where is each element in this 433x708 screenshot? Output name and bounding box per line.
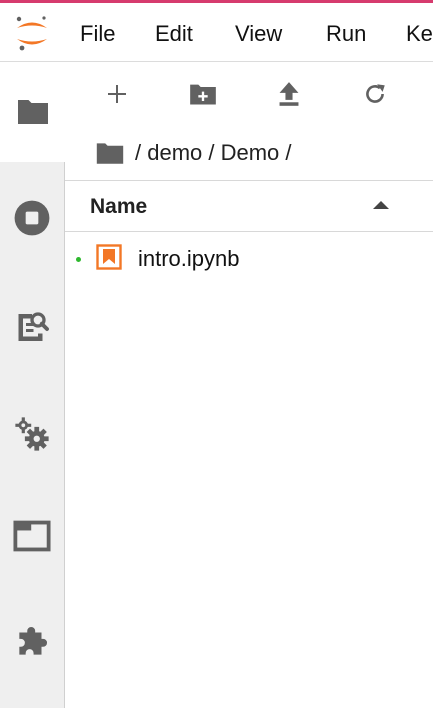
breadcrumb: / demo / Demo / <box>95 138 292 168</box>
sidebar-tab-property-inspector[interactable] <box>0 294 64 358</box>
menu-view[interactable]: View <box>235 21 282 47</box>
sidebar-tab-open-tabs[interactable] <box>0 504 64 568</box>
new-folder-icon <box>190 84 216 105</box>
gears-icon <box>15 417 49 451</box>
notebook-icon <box>96 244 122 270</box>
puzzle-piece-icon <box>19 626 48 655</box>
sidebar-tab-commands[interactable] <box>0 402 64 466</box>
sidebar-tab-running[interactable] <box>0 186 64 250</box>
new-folder-button[interactable] <box>183 76 223 112</box>
file-browser-panel: / demo / Demo / Name intro.ipynb <box>65 62 433 708</box>
refresh-icon <box>366 84 385 103</box>
tabs-icon <box>13 520 51 552</box>
refresh-button[interactable] <box>355 76 395 112</box>
file-name[interactable]: intro.ipynb <box>138 246 240 272</box>
home-folder-icon[interactable] <box>95 141 125 165</box>
sort-ascending-icon[interactable] <box>370 197 392 215</box>
running-indicator <box>76 257 81 262</box>
plus-icon <box>108 85 126 103</box>
breadcrumb-path[interactable]: / demo / Demo / <box>135 140 292 166</box>
menu-bar: File Edit View Run Ke <box>0 3 433 62</box>
menu-kernel[interactable]: Ke <box>406 21 433 47</box>
menu-file[interactable]: File <box>80 21 115 47</box>
left-sidebar <box>0 62 65 708</box>
property-inspector-icon <box>18 312 49 341</box>
menu-edit[interactable]: Edit <box>155 21 193 47</box>
menu-run[interactable]: Run <box>326 21 366 47</box>
stop-circle-icon <box>14 200 50 236</box>
upload-icon <box>279 82 299 106</box>
jupyter-logo-icon[interactable] <box>14 13 50 53</box>
sidebar-tab-file-browser[interactable] <box>0 62 65 162</box>
name-column-header[interactable]: Name <box>90 195 147 219</box>
upload-button[interactable] <box>269 76 309 112</box>
sidebar-tab-extensions[interactable] <box>0 610 64 674</box>
file-list-header: Name <box>65 180 433 232</box>
file-row[interactable]: intro.ipynb <box>65 234 433 280</box>
folder-icon <box>17 100 48 124</box>
new-launcher-button[interactable] <box>97 76 137 112</box>
